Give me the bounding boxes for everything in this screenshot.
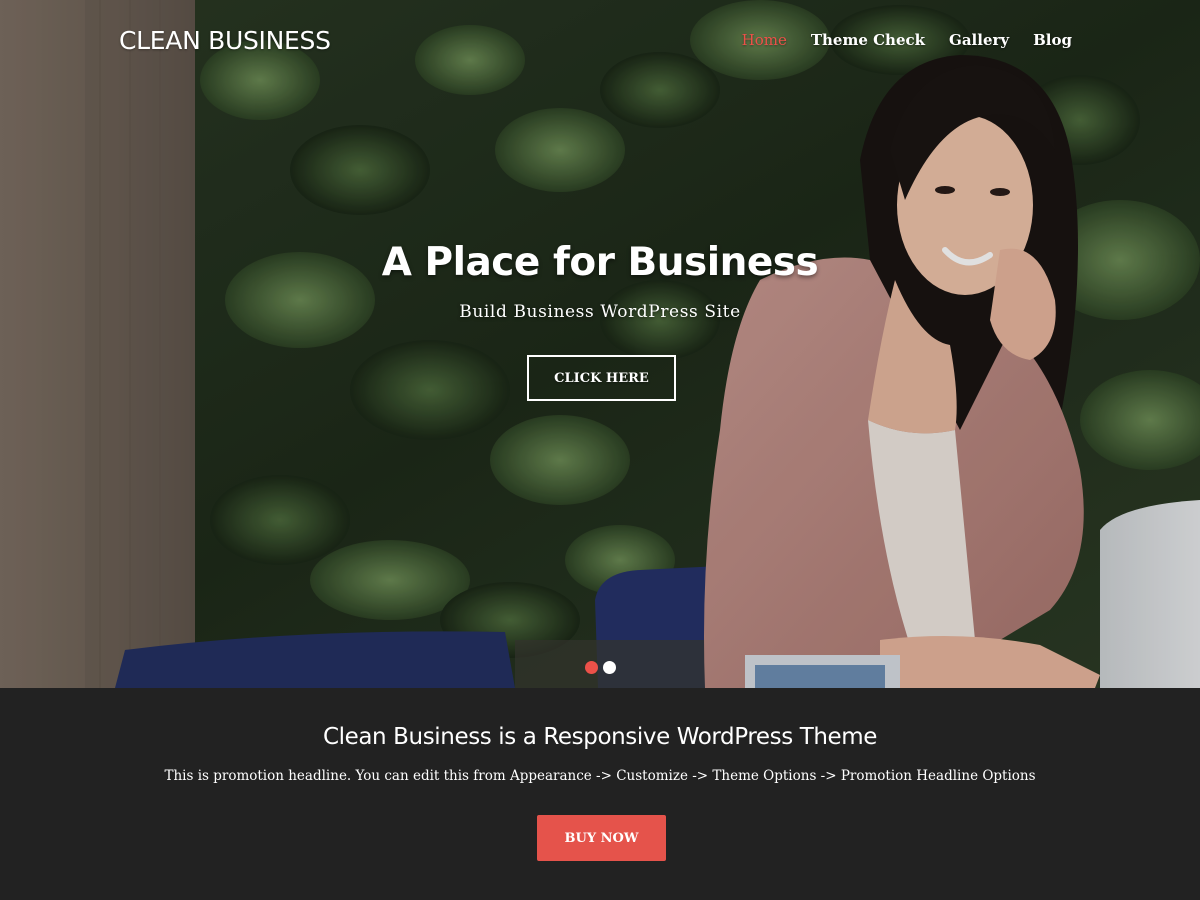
site-header: CLEAN BUSINESS Home Theme Check Gallery … <box>0 0 1200 84</box>
slider-dot-2[interactable] <box>603 661 616 674</box>
hero-overlay <box>0 0 1200 688</box>
promotion-title: Clean Business is a Responsive WordPress… <box>322 724 878 750</box>
nav-item-blog[interactable]: Blog <box>1033 31 1072 49</box>
nav-item-home[interactable]: Home <box>742 31 787 49</box>
promotion-headline: Clean Business is a Responsive WordPress… <box>0 688 1200 900</box>
promotion-text: This is promotion headline. You can edit… <box>164 768 1036 784</box>
slider-dot-1[interactable] <box>585 661 598 674</box>
nav-item-gallery[interactable]: Gallery <box>949 31 1009 49</box>
nav-item-theme-check[interactable]: Theme Check <box>811 31 925 49</box>
slider-pagination <box>585 661 616 674</box>
site-title[interactable]: CLEAN BUSINESS <box>119 26 331 55</box>
click-here-button[interactable]: CLICK HERE <box>527 355 676 401</box>
page: CLEAN BUSINESS Home Theme Check Gallery … <box>0 0 1200 900</box>
main-nav: Home Theme Check Gallery Blog <box>742 31 1072 49</box>
buy-now-button[interactable]: BUY NOW <box>537 815 666 861</box>
hero-slider: CLEAN BUSINESS Home Theme Check Gallery … <box>0 0 1200 688</box>
hero-subtitle: Build Business WordPress Site <box>459 302 741 322</box>
hero-title: A Place for Business <box>381 240 819 285</box>
